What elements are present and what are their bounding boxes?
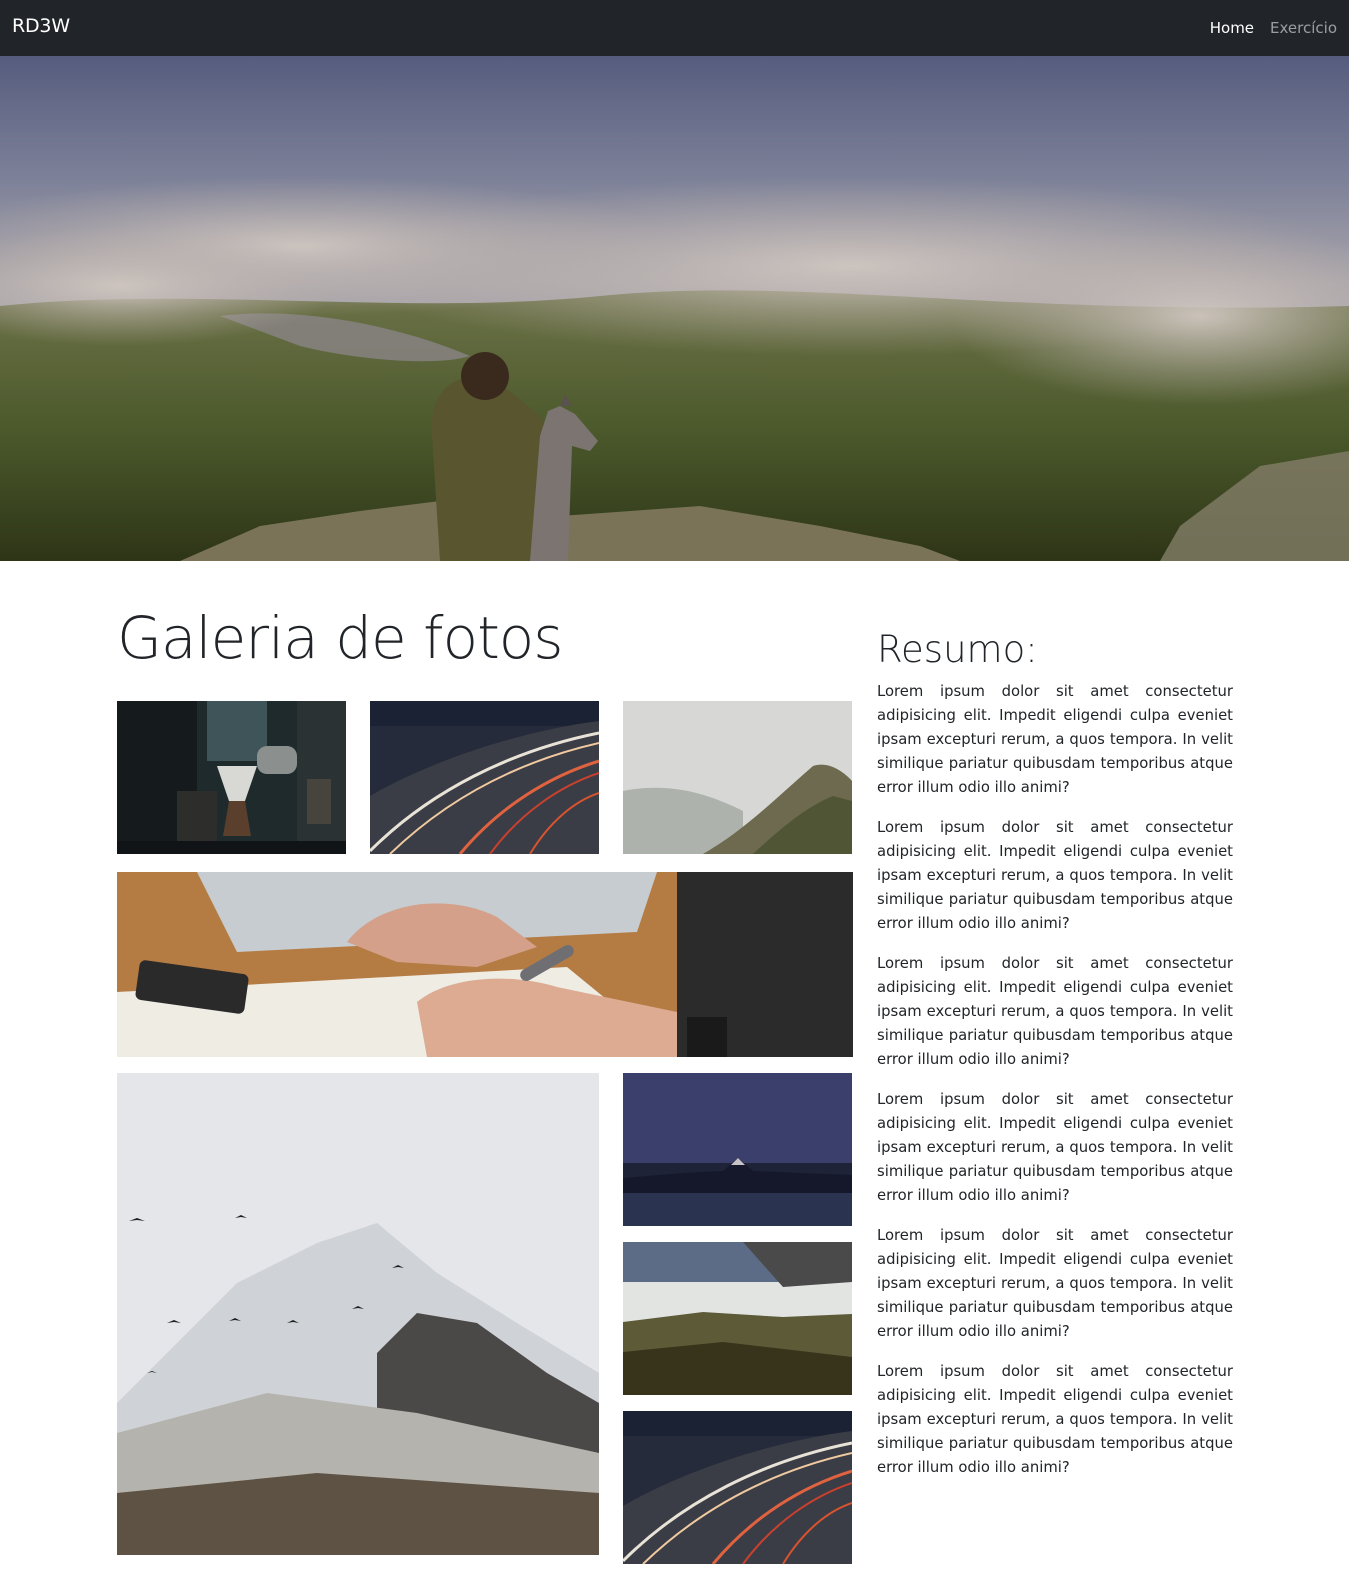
coffee-brewing-image (117, 701, 346, 854)
photo-coffee-brewing[interactable] (117, 701, 346, 854)
snowy-mountain-image (117, 1073, 599, 1555)
resumo-paragraph: Lorem ipsum dolor sit amet consectetur a… (877, 683, 1233, 796)
hand-writing-image (117, 872, 853, 1057)
navbar-brand[interactable]: RD3W (12, 15, 70, 37)
nav-link-home[interactable]: Home (1210, 19, 1254, 37)
photo-hand-writing[interactable] (117, 872, 853, 1057)
resumo-paragraph: Lorem ipsum dolor sit amet consectetur a… (877, 1227, 1233, 1340)
resumo-section: Lorem ipsum dolor sit amet consectetur a… (877, 680, 1233, 1496)
hero-illustration (0, 56, 1349, 561)
gallery-title: Galeria de fotos (117, 604, 564, 672)
photo-foggy-cliff[interactable] (623, 701, 852, 854)
resumo-paragraph: Lorem ipsum dolor sit amet consectetur a… (877, 1091, 1233, 1204)
navbar: RD3W Home Exercício (0, 0, 1349, 56)
photo-night-road-2[interactable] (623, 1411, 852, 1564)
hills-sunset-image (623, 1242, 852, 1395)
foggy-cliff-image (623, 701, 852, 854)
night-road-image-2 (623, 1411, 852, 1564)
resumo-title: Resumo: (877, 628, 1038, 671)
hero-image (0, 56, 1349, 561)
night-road-image (370, 701, 599, 854)
resumo-paragraph: Lorem ipsum dolor sit amet consectetur a… (877, 955, 1233, 1068)
nav-link-exercicio[interactable]: Exercício (1270, 19, 1337, 37)
nav-links: Home Exercício (1210, 19, 1337, 37)
resumo-paragraph: Lorem ipsum dolor sit amet consectetur a… (877, 819, 1233, 932)
photo-snowy-mountain[interactable] (117, 1073, 599, 1555)
night-volcano-image (623, 1073, 852, 1226)
photo-night-volcano[interactable] (623, 1073, 852, 1226)
photo-night-road[interactable] (370, 701, 599, 854)
resumo-paragraph: Lorem ipsum dolor sit amet consectetur a… (877, 1363, 1233, 1476)
photo-hills-sunset[interactable] (623, 1242, 852, 1395)
